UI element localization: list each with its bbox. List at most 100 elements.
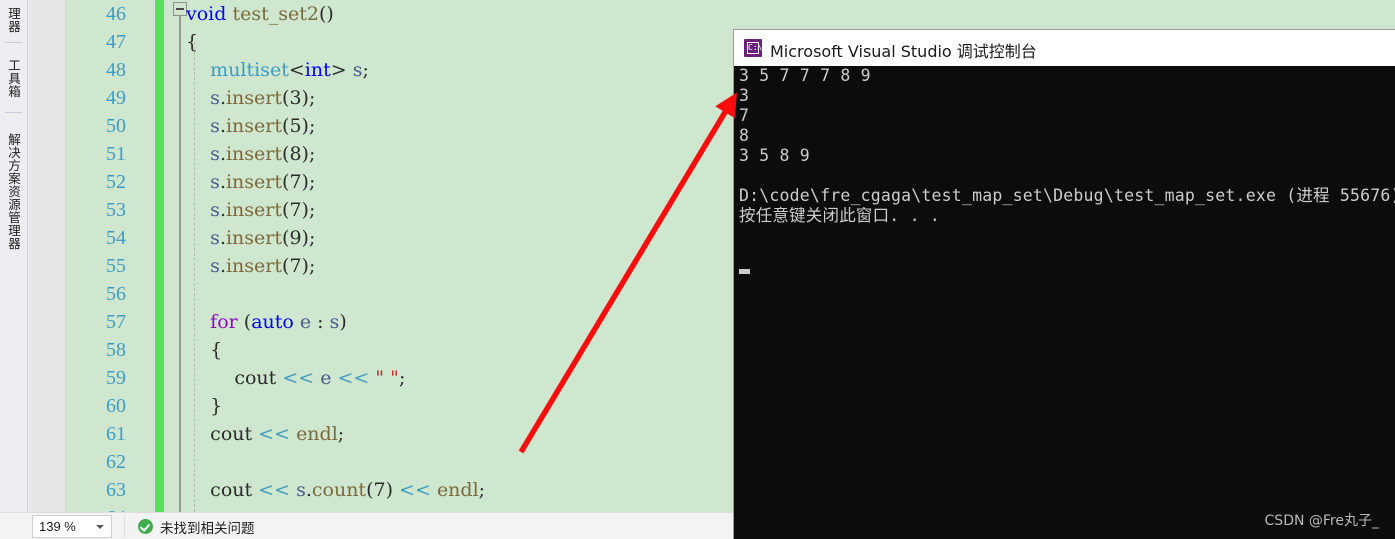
- code-token: ;: [398, 367, 406, 389]
- status-message: 未找到相关问题: [160, 521, 255, 537]
- code-token: " ": [375, 367, 399, 389]
- code-line-text: s.insert(7);: [186, 168, 315, 196]
- code-token: {: [210, 339, 223, 361]
- code-token: (: [366, 479, 374, 501]
- code-token: 7: [289, 255, 302, 277]
- line-number: 62: [106, 451, 126, 473]
- code-token: s: [296, 479, 306, 501]
- code-token: 3: [289, 87, 302, 109]
- line-number: 52: [106, 171, 126, 193]
- sidebar-tab-server-explorer[interactable]: 理器: [0, 0, 27, 40]
- code-token: );: [301, 199, 316, 221]
- zoom-level-value: 139 %: [39, 519, 76, 534]
- code-line[interactable]: 46 void test_set2(): [66, 0, 1395, 28]
- code-token: 7: [373, 479, 386, 501]
- code-line-text: void test_set2(): [186, 0, 334, 28]
- code-token: );: [301, 143, 316, 165]
- code-token: 5: [289, 115, 302, 137]
- code-token: cout: [210, 479, 253, 501]
- console-title-bar[interactable]: C:\ Microsoft Visual Studio 调试控制台: [734, 30, 1395, 66]
- code-token: (: [237, 311, 252, 333]
- code-token: s: [210, 199, 220, 221]
- console-output-area[interactable]: 3 5 7 7 7 8 93783 5 8 9 D:\code\fre_cgag…: [734, 66, 1395, 539]
- code-line-text: s.insert(5);: [186, 112, 315, 140]
- code-token: );: [301, 227, 316, 249]
- sidebar-tab-divider: [5, 42, 22, 43]
- debug-console-window[interactable]: C:\ Microsoft Visual Studio 调试控制台 3 5 7 …: [733, 29, 1395, 539]
- line-number: 47: [106, 31, 126, 53]
- code-token: 7: [289, 171, 302, 193]
- code-token: (): [318, 3, 334, 25]
- code-token: 8: [289, 143, 302, 165]
- code-token: 9: [289, 227, 302, 249]
- line-number: 48: [106, 59, 126, 81]
- console-line: 按任意键关闭此窗口. . .: [739, 206, 940, 225]
- code-token: e: [299, 311, 312, 333]
- code-line-text: multiset<int> s;: [186, 56, 369, 84]
- code-token: insert: [225, 255, 283, 277]
- console-prompt-glyph: C:\: [748, 43, 763, 52]
- code-line-text: s.insert(3);: [186, 84, 315, 112]
- code-token: void: [186, 3, 227, 25]
- line-number: 59: [106, 367, 126, 389]
- line-number: 53: [106, 199, 126, 221]
- line-number: 64: [66, 504, 126, 512]
- code-token: e: [320, 367, 332, 389]
- line-number: 49: [106, 87, 126, 109]
- code-token: }: [210, 395, 223, 417]
- code-line-text: }: [186, 392, 222, 420]
- code-line-text: cout << endl;: [186, 420, 344, 448]
- sidebar-tab-toolbox[interactable]: 工具箱: [0, 46, 27, 110]
- code-token: ;: [478, 479, 486, 501]
- line-number: 55: [106, 255, 126, 277]
- code-token: insert: [225, 115, 283, 137]
- code-token: <<: [258, 423, 291, 445]
- code-token: );: [301, 87, 316, 109]
- code-token: <<: [399, 479, 431, 501]
- code-token: test_set2: [232, 3, 319, 25]
- code-token: s: [210, 171, 220, 193]
- watermark-text: CSDN @Fre丸子_: [1264, 513, 1379, 529]
- code-token: cout: [234, 367, 277, 389]
- code-line-text: {: [186, 336, 222, 364]
- line-number: 63: [106, 479, 126, 501]
- code-token: s: [210, 143, 220, 165]
- code-token: <<: [282, 367, 315, 389]
- code-token: s: [329, 311, 340, 333]
- code-token: count: [311, 479, 367, 501]
- line-number: 56: [106, 283, 126, 305]
- code-token: );: [301, 115, 316, 137]
- code-line-text: s.insert(9);: [186, 224, 315, 252]
- code-token: endl: [296, 423, 338, 445]
- code-line-text: s.insert(8);: [186, 140, 315, 168]
- code-token: ): [339, 311, 347, 333]
- code-token: s: [210, 87, 220, 109]
- code-token: cout: [210, 423, 253, 445]
- code-token: multiset: [210, 59, 289, 81]
- zoom-level-combobox[interactable]: 139 %: [32, 515, 112, 538]
- line-number: 57: [106, 311, 126, 333]
- code-token: insert: [225, 87, 283, 109]
- code-token: 7: [289, 199, 302, 221]
- console-window-title: Microsoft Visual Studio 调试控制台: [770, 42, 1037, 61]
- sidebar-tab-solution-explorer[interactable]: 解决方案资源管理器: [0, 116, 27, 266]
- console-line: 3 5 7 7 7 8 9: [739, 66, 871, 85]
- code-token: <<: [258, 479, 291, 501]
- console-line: 3: [739, 86, 750, 105]
- line-number: 58: [106, 339, 126, 361]
- status-divider: [124, 516, 125, 537]
- vs-ide-screenshot: 理器 工具箱 解决方案资源管理器 46 void test_set2() 47 {48…: [0, 0, 1395, 539]
- code-token: {: [186, 31, 199, 53]
